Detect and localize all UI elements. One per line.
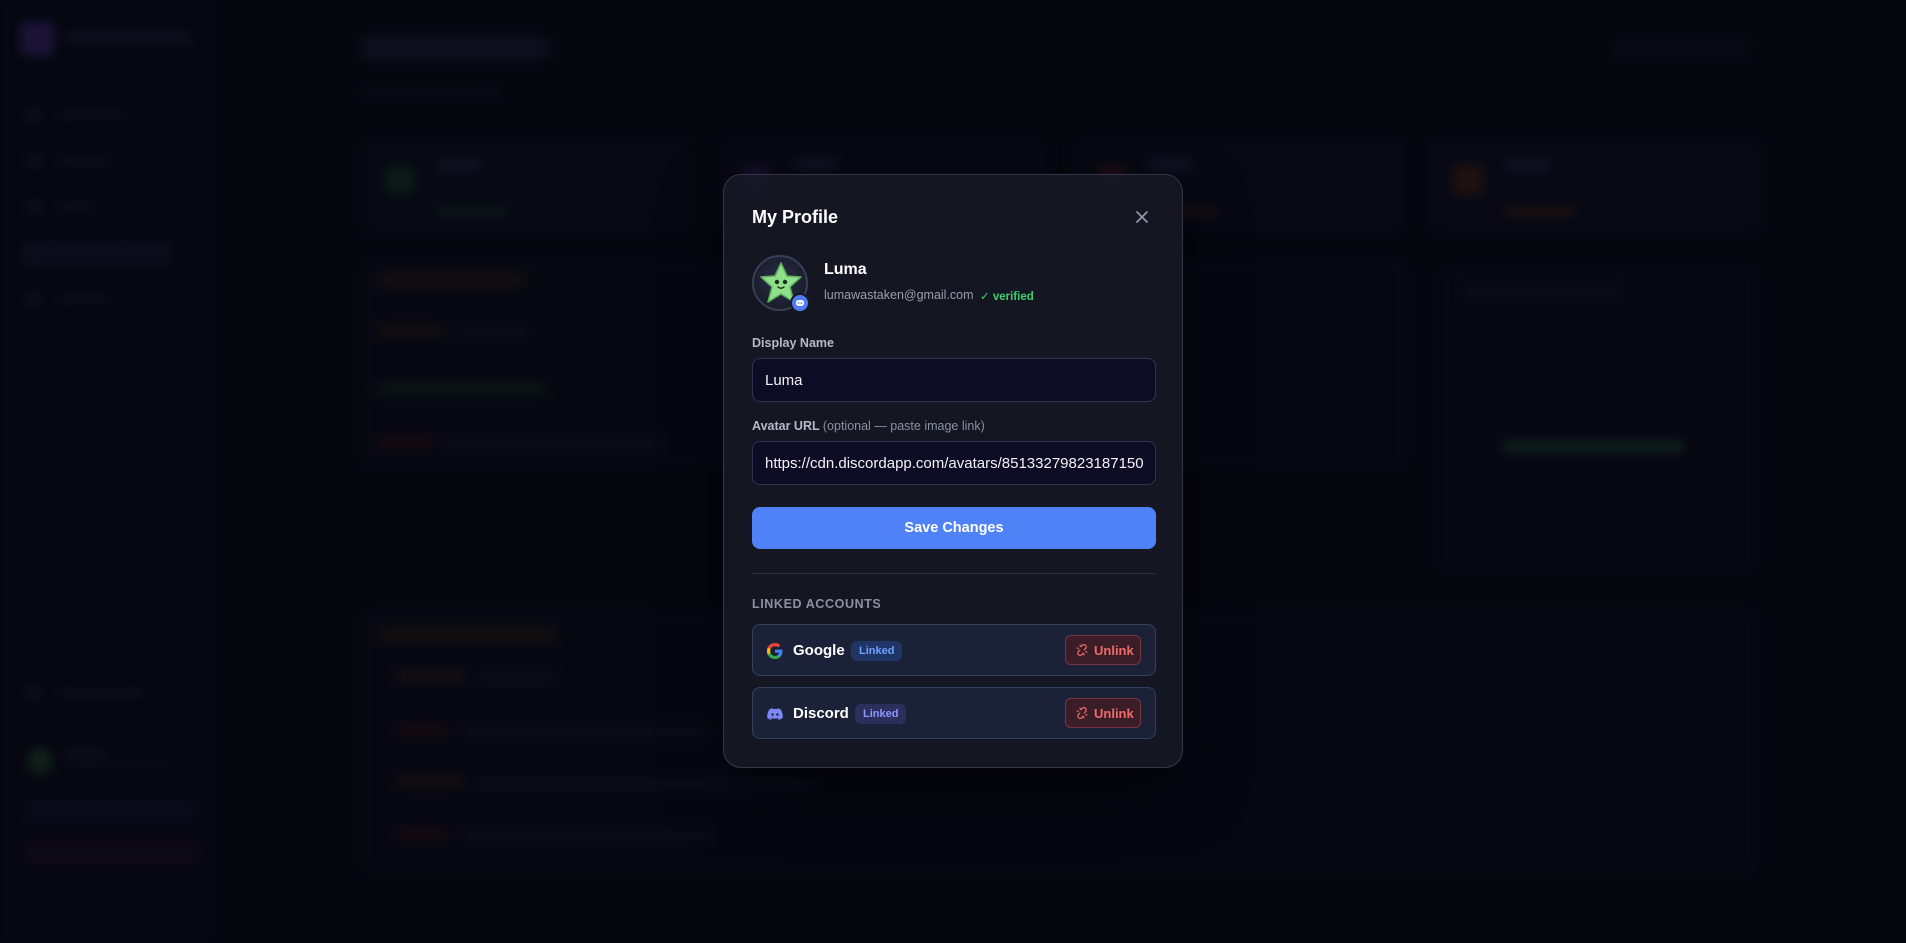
google-icon [767, 643, 783, 659]
verified-badge: ✓ verified [980, 291, 1034, 303]
display-name-input[interactable] [752, 358, 1156, 402]
profile-email: lumawastaken@gmail.com [824, 288, 974, 302]
unlink-discord-button[interactable]: Unlink [1065, 698, 1141, 728]
provider-name: Google [793, 642, 845, 659]
divider [752, 573, 1156, 574]
profile-name: Luma [824, 261, 867, 278]
unlink-icon [1076, 707, 1088, 719]
linked-account-discord: Discord Linked Unlink [752, 687, 1156, 739]
avatar-url-input[interactable] [752, 441, 1156, 485]
unlink-google-button[interactable]: Unlink [1065, 635, 1141, 665]
unlink-icon [1076, 644, 1088, 656]
avatar-url-hint: (optional — paste image link) [822, 419, 985, 433]
linked-accounts-heading: LINKED ACCOUNTS [752, 597, 882, 611]
avatar-url-label-text: Avatar URL [752, 419, 820, 433]
profile-modal: My Profile Luma lumawastaken@gmail.com ✓… [723, 174, 1183, 768]
linked-status-badge: Linked [855, 704, 907, 724]
avatar-url-label: Avatar URL (optional — paste image link) [752, 419, 985, 433]
discord-icon [767, 708, 783, 720]
linked-status-badge: Linked [851, 641, 903, 661]
provider-name: Discord [793, 705, 849, 722]
unlink-label: Unlink [1094, 643, 1134, 658]
close-icon[interactable] [1134, 209, 1150, 225]
discord-badge-icon [790, 293, 810, 313]
display-name-label: Display Name [752, 336, 834, 350]
save-changes-button[interactable]: Save Changes [752, 507, 1156, 549]
profile-summary: Luma lumawastaken@gmail.com ✓ verified [752, 255, 1156, 313]
modal-title: My Profile [752, 207, 839, 227]
linked-account-google: Google Linked Unlink [752, 624, 1156, 676]
unlink-label: Unlink [1094, 706, 1134, 721]
